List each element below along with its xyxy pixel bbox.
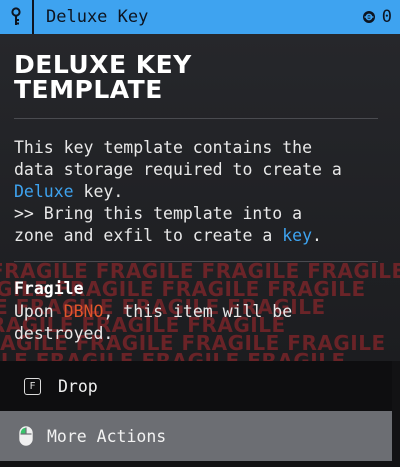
- watermark-row: FRAGILE FRAGILE FRAGILE FRAGILE: [0, 349, 346, 361]
- item-title: Deluxe Key: [46, 7, 149, 27]
- fragile-description: Upon DBNO, this item will be destroyed.: [14, 301, 384, 345]
- more-actions-label: More Actions: [47, 426, 167, 446]
- fragile-line: destroyed.: [14, 324, 114, 343]
- key-highlight: key: [282, 226, 313, 245]
- dbno-highlight: DBNO: [63, 302, 104, 321]
- key-icon: [0, 0, 34, 34]
- fragile-text: , this item will be: [103, 302, 293, 321]
- item-headline: DELUXE KEY TEMPLATE: [14, 52, 384, 102]
- item-description: This key template contains the data stor…: [14, 137, 386, 247]
- divider: [14, 261, 378, 262]
- item-details-card: DELUXE KEY TEMPLATE This key template co…: [0, 34, 400, 361]
- item-count: 0: [362, 7, 400, 27]
- desc-text: key.: [73, 182, 124, 201]
- fragile-title: Fragile: [14, 279, 84, 298]
- desc-line: This key template contains the: [14, 138, 313, 157]
- watermark-row: FRAGILE FRAGILE FRAGILE FRAGILE: [0, 262, 400, 283]
- desc-line: data storage required to create a: [14, 160, 342, 179]
- item-header: Deluxe Key 0: [0, 0, 400, 34]
- deluxe-highlight: Deluxe: [14, 182, 74, 201]
- desc-line: zone and exfil to create a key.: [14, 225, 386, 247]
- desc-text: .: [312, 226, 322, 245]
- desc-text: zone and exfil to create a: [14, 226, 283, 245]
- more-actions[interactable]: More Actions: [0, 411, 392, 461]
- mouse-icon: [19, 426, 33, 446]
- fragile-line: Upon DBNO, this item will be: [14, 301, 384, 323]
- headline-line: TEMPLATE: [14, 75, 163, 104]
- headline-line: DELUXE KEY: [14, 50, 192, 79]
- count-value: 0: [381, 7, 392, 27]
- divider: [14, 118, 378, 119]
- currency-icon: [362, 11, 375, 23]
- drop-label: Drop: [58, 376, 98, 396]
- fragile-text: Upon: [14, 302, 64, 321]
- desc-line: >> Bring this template into a: [14, 204, 303, 223]
- desc-line: Deluxe key.: [14, 181, 386, 203]
- drop-action[interactable]: F Drop: [0, 361, 392, 411]
- keyboard-f-icon: F: [24, 377, 41, 395]
